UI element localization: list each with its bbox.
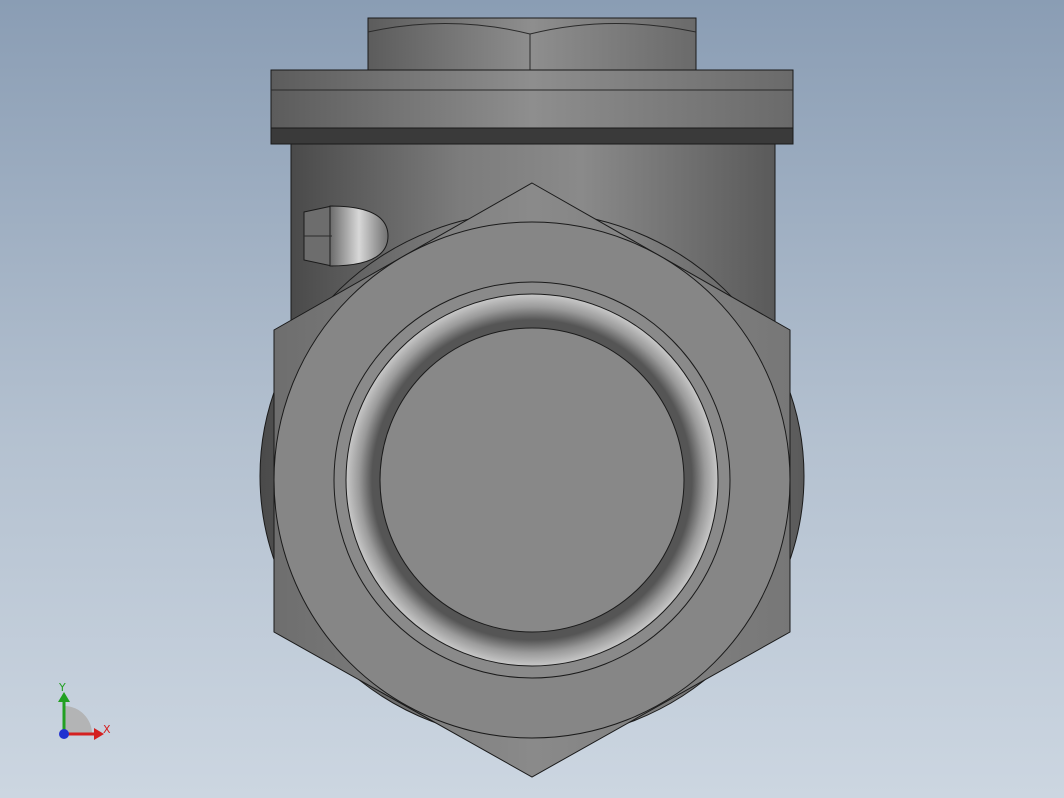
cad-graphics-viewport[interactable]: Y X	[0, 0, 1064, 798]
coordinate-triad: Y X	[58, 681, 111, 740]
y-axis-label: Y	[58, 681, 66, 694]
triad-arc	[64, 706, 92, 734]
x-axis-label: X	[103, 723, 111, 736]
z-axis-dot	[59, 729, 69, 739]
